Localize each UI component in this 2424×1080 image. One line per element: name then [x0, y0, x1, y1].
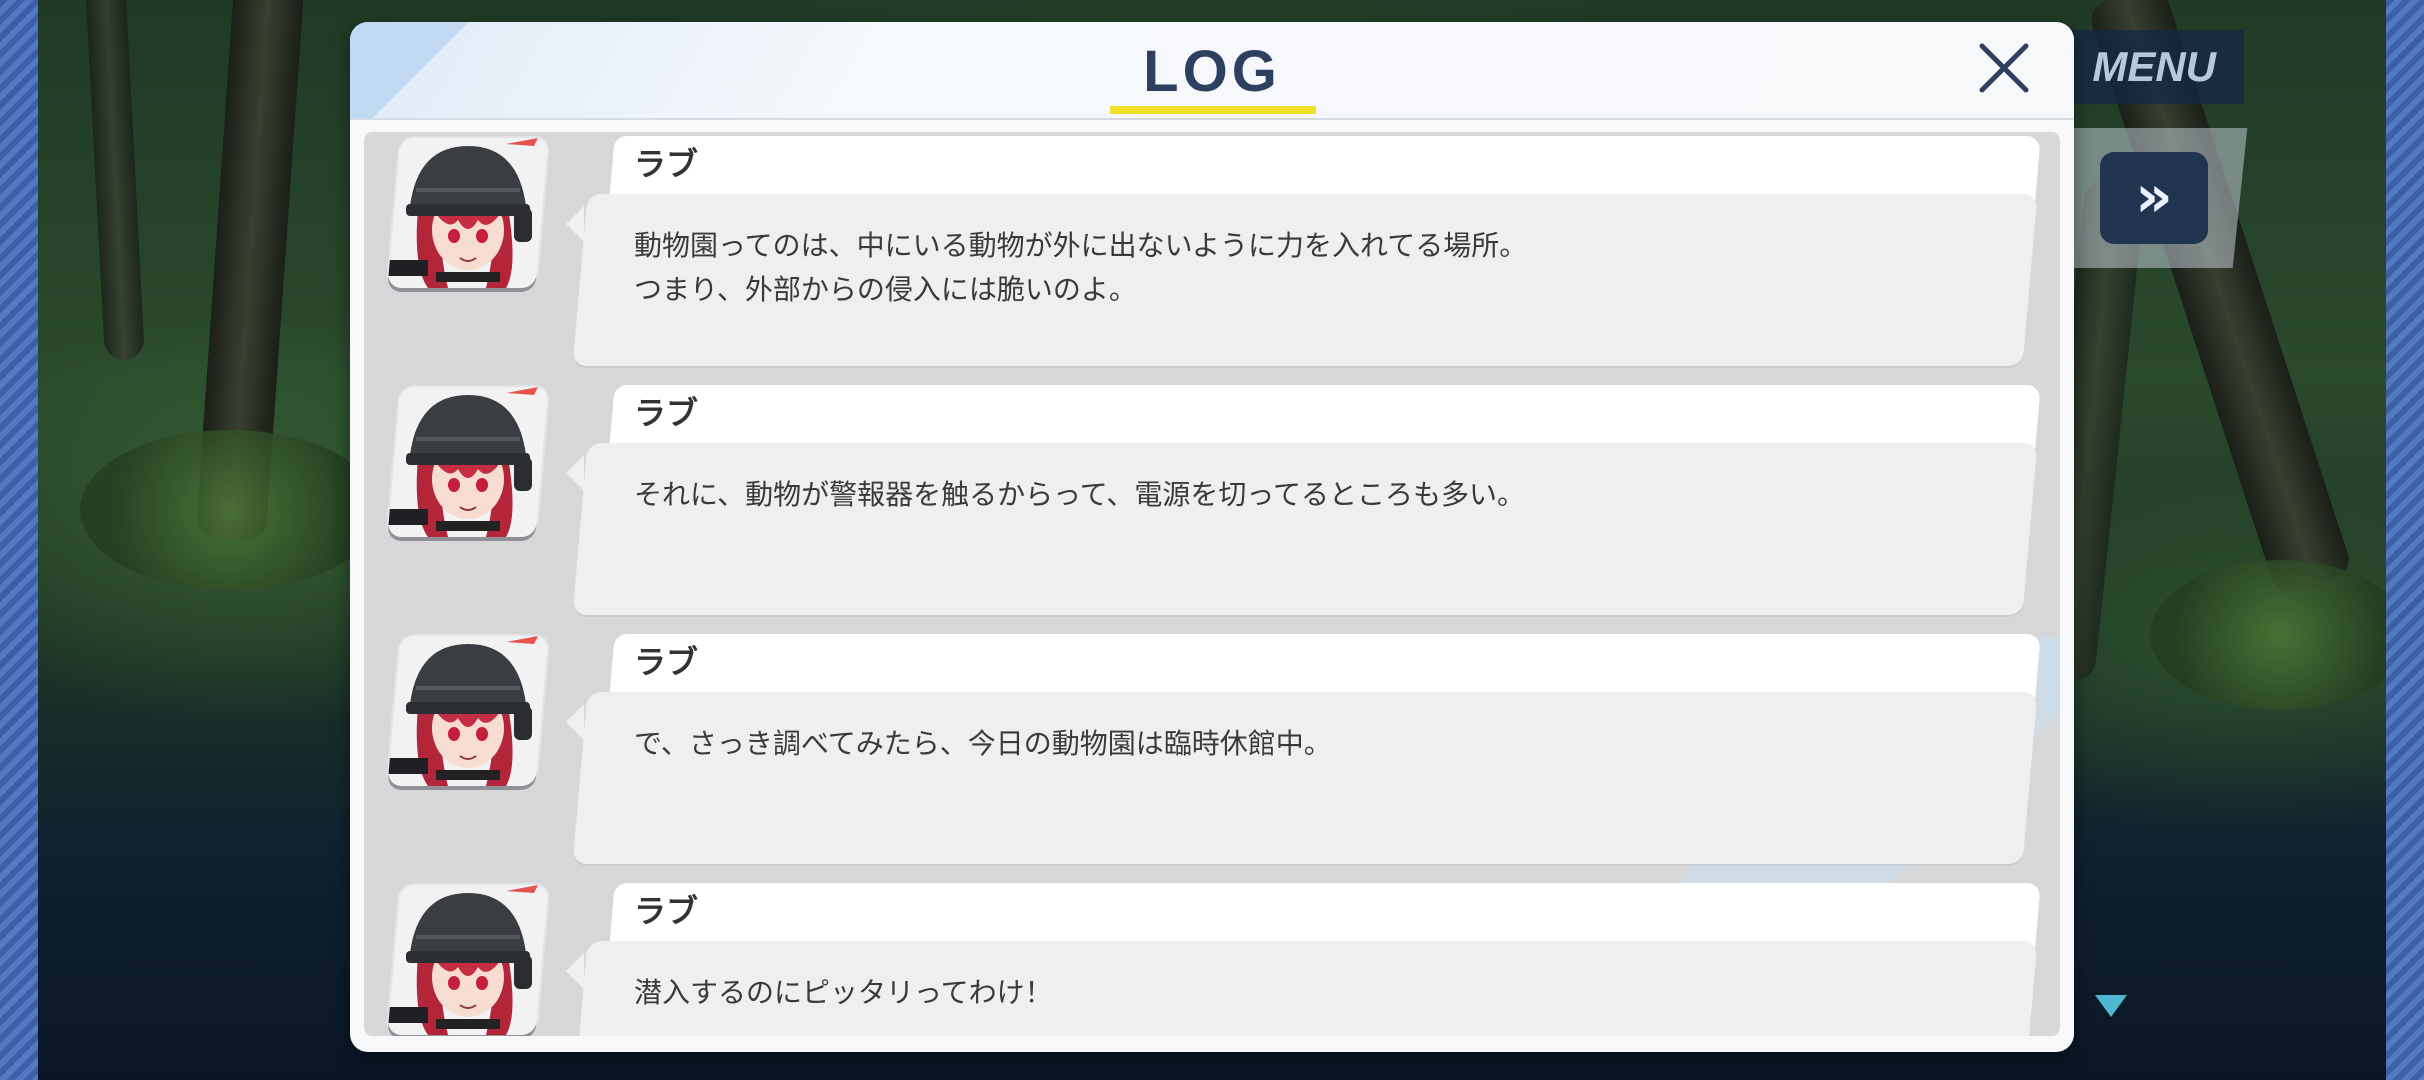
- close-button[interactable]: [1972, 36, 2036, 100]
- dialogue-bubble: [572, 443, 2038, 615]
- next-indicator-icon: [2095, 995, 2127, 1017]
- dialogue-text: 動物園ってのは、中にいる動物が外に出ないように力を入れてる場所。 つまり、外部か…: [634, 229, 1528, 306]
- speaker-name-tab: [609, 634, 2041, 698]
- speaker-name: ラブ: [634, 643, 699, 681]
- dialogue-text: 潜入するのにピッタリってわけ！: [634, 976, 1053, 1009]
- dialogue-text: それに、動物が警報器を触るからって、電源を切ってるところも多い。: [634, 478, 1525, 511]
- speaker-name-tab: [609, 136, 2041, 200]
- log-entry: ラブ 潜入するのにピッタリってわけ！: [364, 879, 2060, 1036]
- speaker-name: ラブ: [634, 394, 699, 432]
- character-avatar: [387, 885, 549, 1035]
- character-portrait-icon: [388, 387, 548, 537]
- fast-forward-button[interactable]: »: [2100, 152, 2208, 244]
- speaker-name: ラブ: [634, 892, 699, 930]
- menu-button[interactable]: MENU: [2060, 30, 2244, 104]
- speaker-name-tab: [609, 385, 2041, 449]
- bubble-pointer: [566, 953, 584, 989]
- speaker-name-tab: [609, 883, 2041, 947]
- log-entry: ラブ それに、動物が警報器を触るからって、電源を切ってるところも多い。: [364, 381, 2060, 617]
- character-avatar: [387, 636, 549, 786]
- log-header: LOG: [350, 22, 2074, 120]
- bubble-pointer: [566, 704, 584, 740]
- speaker-name: ラブ: [634, 145, 699, 183]
- right-border-stripe: [2386, 0, 2424, 1080]
- bush: [80, 430, 380, 590]
- character-avatar: [387, 387, 549, 537]
- left-border-stripe: [0, 0, 38, 1080]
- dialogue-text: で、さっき調べてみたら、今日の動物園は臨時休館中。: [634, 727, 1332, 760]
- bubble-pointer: [566, 455, 584, 491]
- log-window: LOG ラブ 動物園ってのは、中にいる動物が外に出ないように力を入れてる場所。 …: [350, 22, 2074, 1052]
- dialogue-bubble: [572, 692, 2038, 864]
- log-list[interactable]: ラブ 動物園ってのは、中にいる動物が外に出ないように力を入れてる場所。 つまり、…: [364, 132, 2060, 1036]
- close-icon: [1979, 43, 2029, 93]
- bubble-pointer: [566, 206, 584, 242]
- log-entry: ラブ で、さっき調べてみたら、今日の動物園は臨時休館中。: [364, 630, 2060, 866]
- bush: [2150, 560, 2410, 710]
- log-entry: ラブ 動物園ってのは、中にいる動物が外に出ないように力を入れてる場所。 つまり、…: [364, 132, 2060, 368]
- character-avatar: [387, 138, 549, 288]
- character-portrait-icon: [388, 636, 548, 786]
- character-portrait-icon: [388, 885, 548, 1035]
- title-underline: [1110, 106, 1316, 114]
- character-portrait-icon: [388, 138, 548, 288]
- tree-trunk: [85, 0, 145, 361]
